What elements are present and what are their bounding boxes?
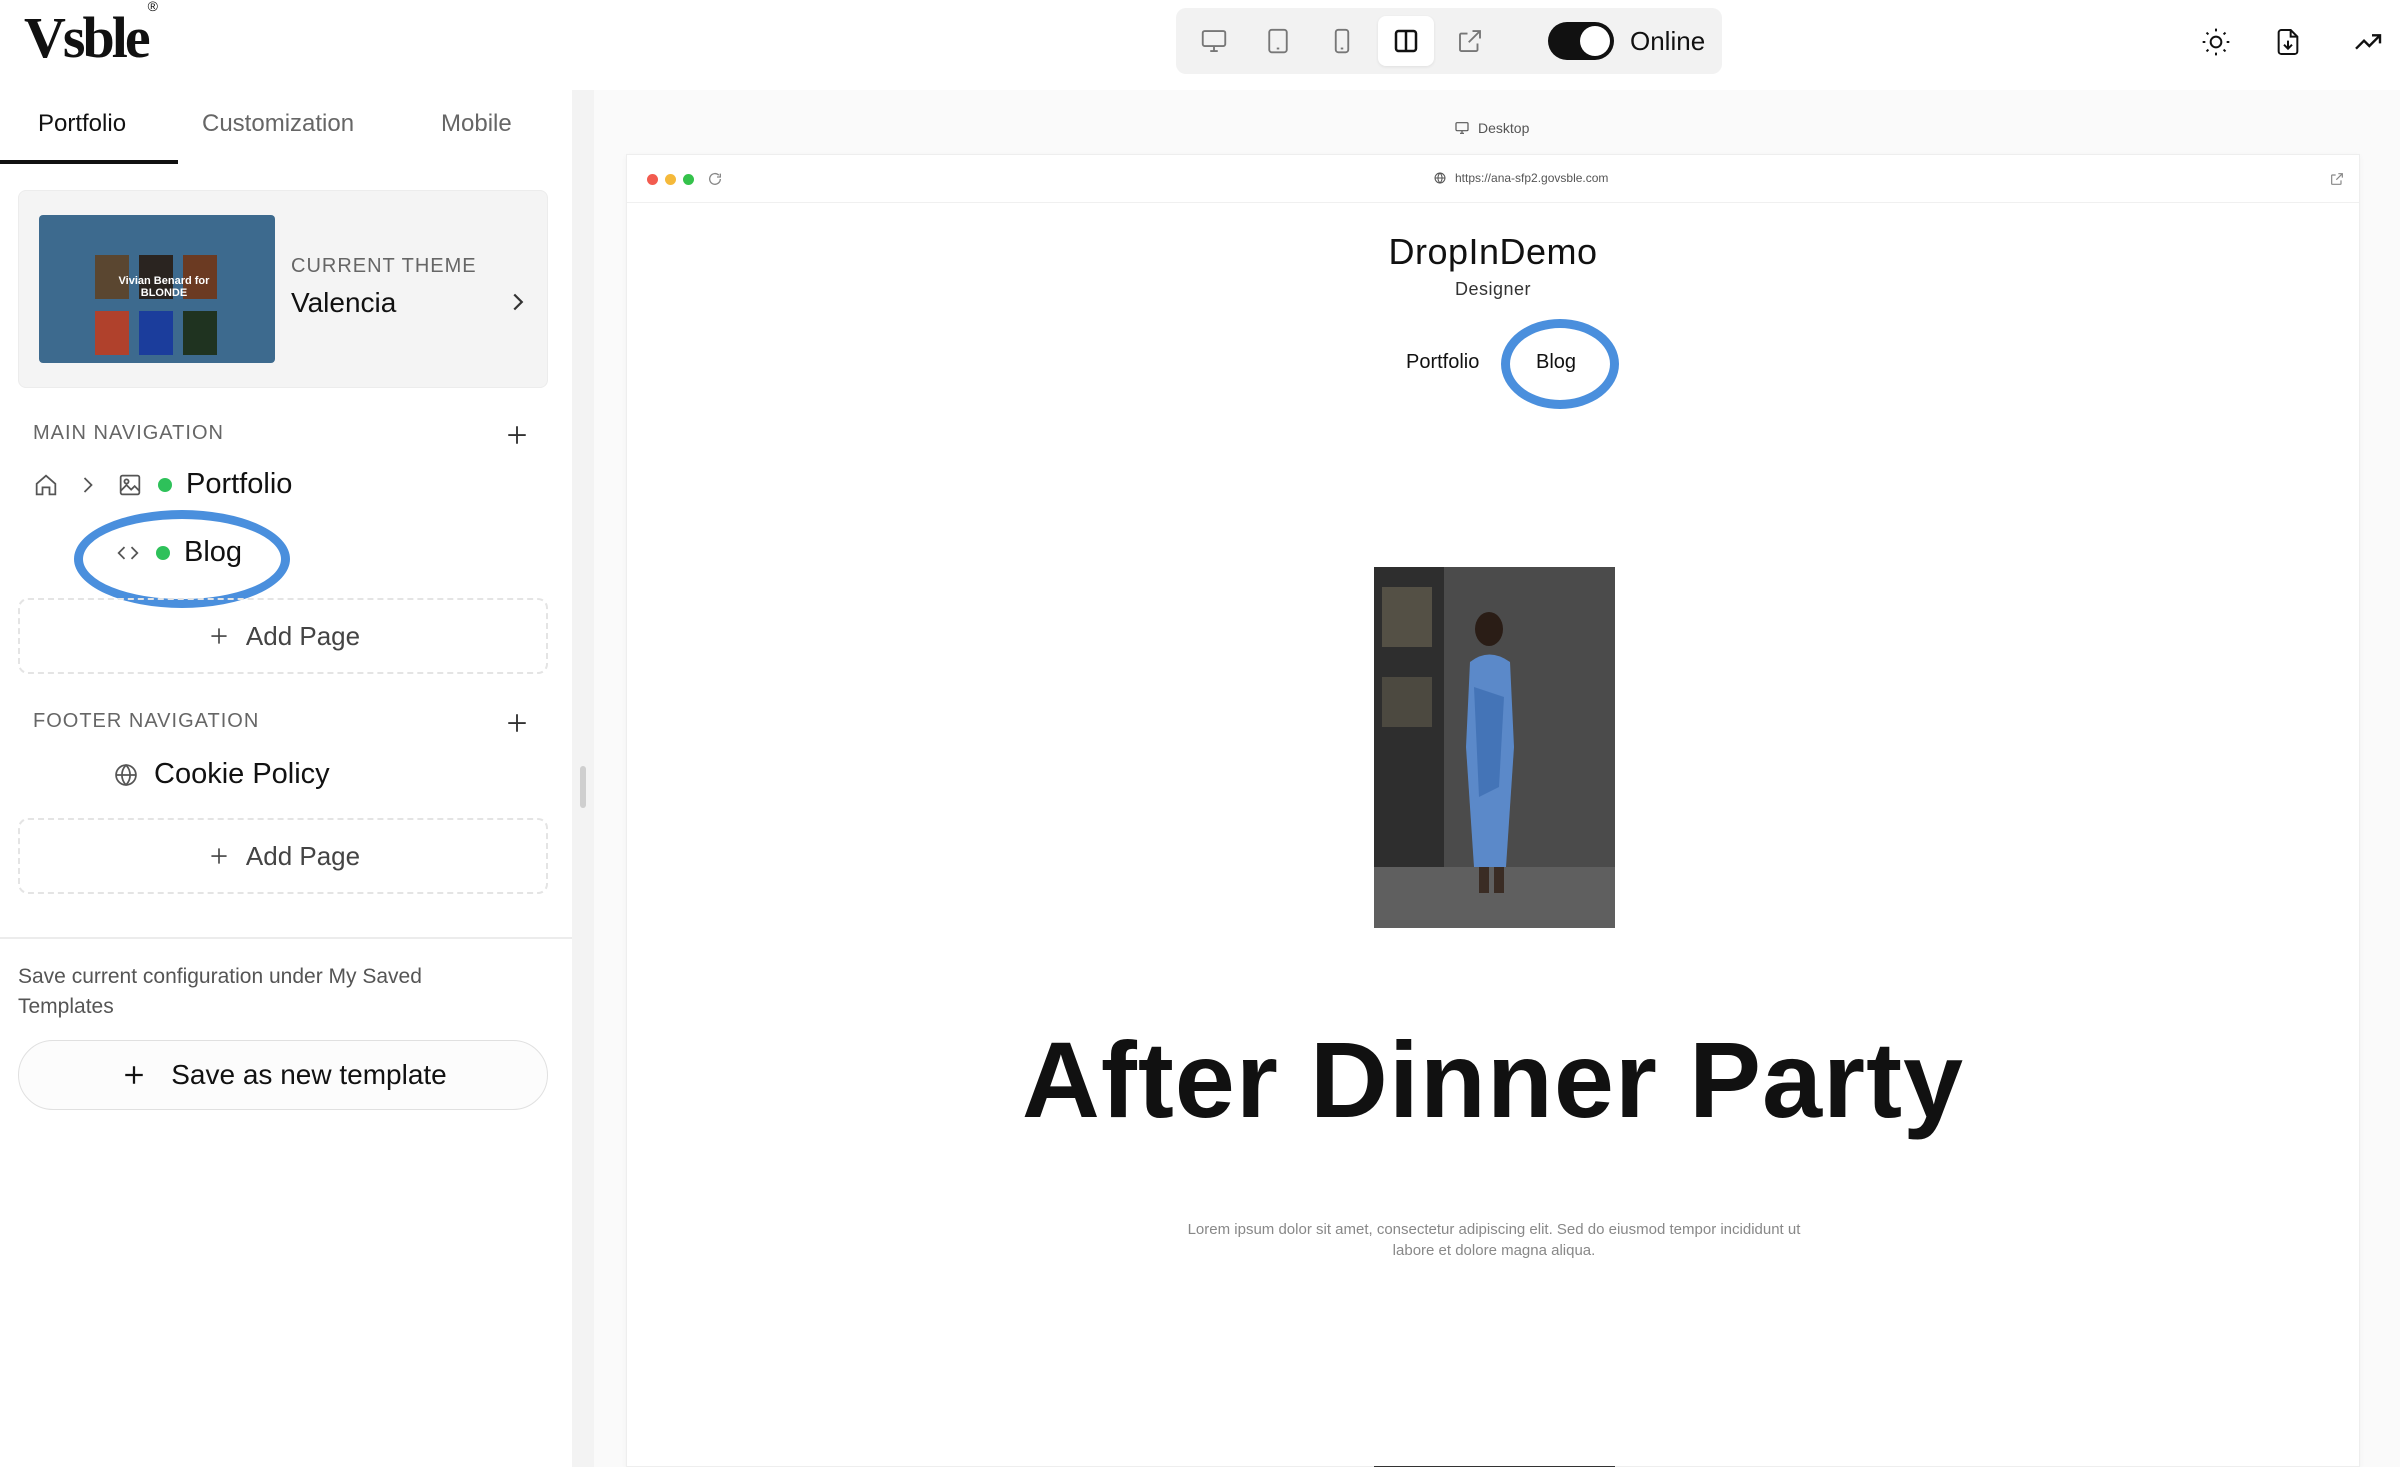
tab-mobile[interactable]: Mobile: [441, 110, 512, 138]
add-footer-page-button[interactable]: Add Page: [18, 818, 548, 894]
tab-customization[interactable]: Customization: [202, 110, 354, 138]
external-link-icon[interactable]: [2329, 171, 2345, 187]
resize-handle[interactable]: [580, 766, 586, 808]
plus-icon: [211, 628, 227, 644]
nav-item-cookie-policy[interactable]: Cookie Policy: [112, 758, 330, 791]
online-toggle[interactable]: [1548, 22, 1614, 60]
save-as-template-button[interactable]: Save as new template: [18, 1040, 548, 1110]
desktop-view-button[interactable]: [1186, 16, 1242, 66]
device-label: Desktop: [1454, 120, 1529, 136]
window-close-dot: [647, 174, 658, 185]
download-button[interactable]: [2266, 20, 2310, 64]
analytics-button[interactable]: [2346, 20, 2390, 64]
sidebar: Portfolio Customization Mobile Vivian Be…: [0, 90, 572, 1467]
download-icon: [2277, 29, 2299, 55]
model-photo: [1374, 567, 1615, 928]
url-display: https://ana-sfp2.govsble.com: [1433, 171, 1608, 185]
mobile-view-button[interactable]: [1314, 16, 1370, 66]
window-maximize-dot: [683, 174, 694, 185]
chevron-right-icon: [513, 293, 524, 311]
image-icon: [119, 474, 141, 495]
nav-item-label: Portfolio: [186, 468, 293, 500]
refresh-icon[interactable]: [707, 171, 723, 187]
sun-icon: [2202, 28, 2230, 56]
nav-item-label: Cookie Policy: [154, 758, 330, 790]
highlight-annotation: [74, 510, 290, 608]
plus-icon: [211, 848, 227, 864]
hero-image[interactable]: [1374, 567, 1615, 928]
site-subtitle: Designer: [1454, 279, 1532, 299]
active-tab-indicator: [0, 160, 178, 164]
open-external-button[interactable]: [1442, 16, 1498, 66]
save-template-description: Save current configuration under My Save…: [18, 965, 422, 1018]
split-view-icon: [1394, 29, 1418, 53]
globe-icon: [115, 763, 137, 786]
add-footer-nav-icon[interactable]: [502, 708, 532, 738]
split-view-button[interactable]: [1378, 16, 1434, 66]
window-minimize-dot: [665, 174, 676, 185]
add-page-label: Add Page: [245, 840, 361, 871]
top-bar: Vsble® Online: [0, 0, 2400, 90]
browser-bar: https://ana-sfp2.govsble.com: [627, 155, 2359, 203]
tablet-view-button[interactable]: [1250, 16, 1306, 66]
current-theme-name: Valencia: [291, 287, 397, 318]
plus-icon: [125, 1066, 143, 1084]
post-excerpt: Lorem ipsum dolor sit amet, consectetur …: [1187, 1221, 1801, 1259]
analytics-icon: [2355, 34, 2382, 50]
theme-thumbnail-caption: Vivian Benard for BLONDE: [118, 275, 210, 299]
mobile-icon: [1334, 28, 1350, 54]
footer-navigation-label: FOOTER NAVIGATION: [33, 710, 260, 732]
theme-thumbnail: Vivian Benard for BLONDE: [39, 215, 275, 363]
main-navigation-label: MAIN NAVIGATION: [33, 422, 224, 444]
home-icon: [35, 474, 57, 495]
add-main-nav-icon[interactable]: [502, 420, 532, 450]
online-status-label: Online: [1630, 26, 1706, 56]
current-theme-label: CURRENT THEME: [291, 255, 477, 277]
status-dot-published: [158, 477, 172, 492]
site-nav-portfolio[interactable]: Portfolio: [1406, 351, 1479, 374]
nav-item-portfolio[interactable]: Portfolio: [32, 468, 292, 501]
add-main-page-button[interactable]: Add Page: [18, 598, 548, 674]
add-page-label: Add Page: [245, 620, 361, 651]
logo[interactable]: Vsble®: [24, 0, 158, 71]
save-as-template-label: Save as new template: [171, 1059, 447, 1090]
highlight-annotation: [1501, 319, 1619, 409]
theme-mode-button[interactable]: [2194, 20, 2238, 64]
site-name[interactable]: DropInDemo: [627, 231, 2359, 273]
external-link-icon: [1459, 30, 1481, 52]
divider: [0, 937, 572, 939]
post-headline: After Dinner Party: [1021, 1019, 1965, 1140]
current-theme-card[interactable]: Vivian Benard for BLONDE CURRENT THEME V…: [18, 190, 548, 388]
desktop-icon: [1201, 30, 1227, 52]
device-switcher: Online: [1176, 8, 1722, 74]
globe-icon: [1434, 172, 1446, 184]
chevron-right-icon[interactable]: [74, 471, 102, 499]
tab-portfolio[interactable]: Portfolio: [38, 110, 126, 138]
browser-preview-frame: https://ana-sfp2.govsble.com DropInDemo …: [626, 154, 2360, 1467]
sidebar-tabs: Portfolio Customization Mobile: [0, 90, 572, 164]
tablet-icon: [1268, 28, 1288, 54]
desktop-icon: [1455, 122, 1469, 134]
